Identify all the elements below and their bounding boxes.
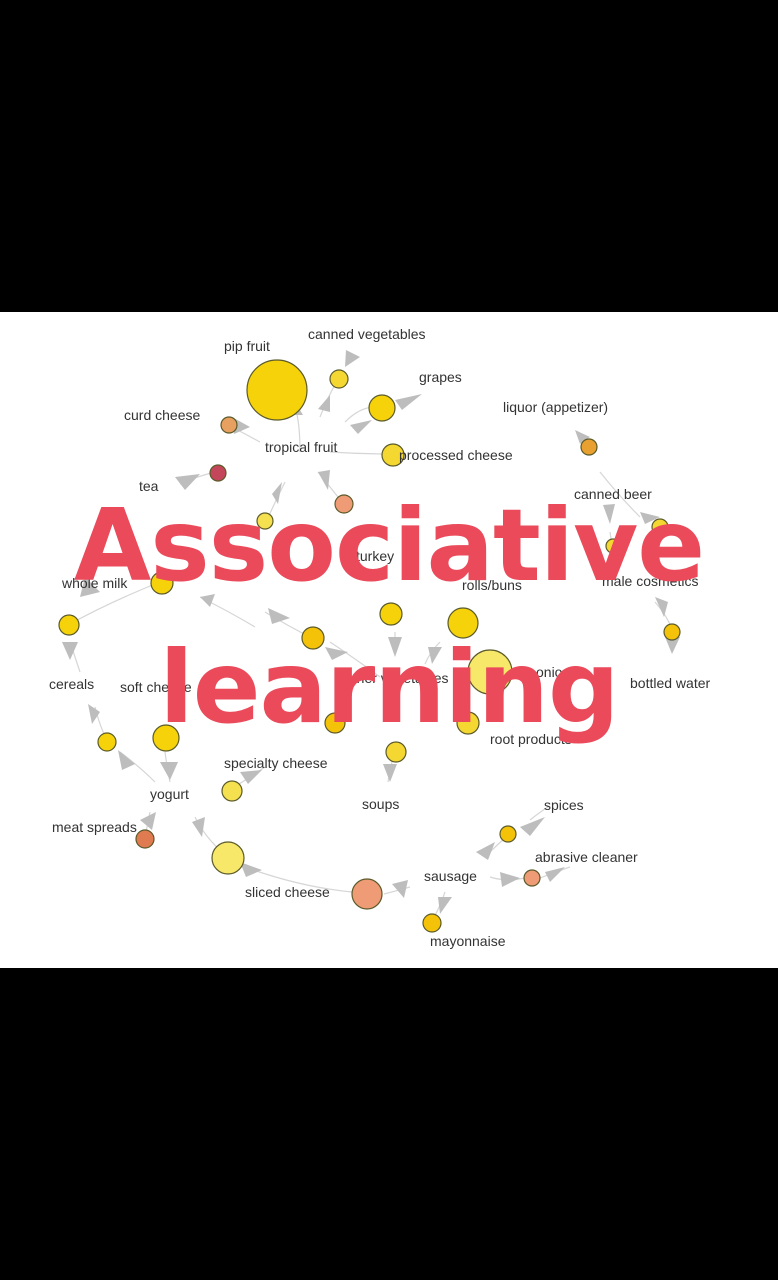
node-root-vegetables <box>456 711 480 735</box>
arrowhead <box>545 867 565 882</box>
arrowhead <box>325 647 348 660</box>
node-other-vegetables <box>324 712 346 734</box>
label-processed-cheese: processed cheese <box>399 447 513 463</box>
label-tea: tea <box>139 478 159 494</box>
label-canned-beer: canned beer <box>574 486 652 502</box>
arrowhead <box>476 842 495 860</box>
label-bottled-water: bottled water <box>630 675 710 691</box>
label-meat-spreads: meat spreads <box>52 819 137 835</box>
edge <box>329 451 391 455</box>
label-tropical-fruit: tropical fruit <box>265 439 337 455</box>
node-pip-fruit <box>246 359 308 421</box>
node-sliced-cheese <box>351 878 383 910</box>
label-canned-vegetables: canned vegetables <box>308 326 426 342</box>
arrowhead <box>272 482 282 504</box>
label-other-vegetables: other vegetables <box>345 670 449 686</box>
label-rolls-buns: rolls/buns <box>462 577 522 593</box>
node-canned-beer-2 <box>605 538 621 554</box>
label-sausage: sausage <box>424 868 477 884</box>
label-curd-cheese: curd cheese <box>124 407 200 423</box>
label-whole-milk: whole milk <box>61 575 128 591</box>
arrowhead <box>500 872 520 887</box>
arrowhead <box>350 420 372 434</box>
node-yogurt-link <box>211 841 245 875</box>
arrowhead <box>345 350 360 367</box>
arrowhead <box>388 637 402 657</box>
arrowhead <box>200 594 215 607</box>
label-cereals: cereals <box>49 676 94 692</box>
node-turkey <box>379 602 403 626</box>
label-male-cosmetics: male cosmetics <box>602 573 698 589</box>
node-soups <box>385 741 407 763</box>
node-other-vegetables-link <box>301 626 325 650</box>
arrowhead <box>175 474 200 490</box>
label-liquor-appetizer: liquor (appetizer) <box>503 399 608 415</box>
node-rolls-buns <box>447 607 479 639</box>
label-turkey: turkey <box>356 548 394 564</box>
arrowhead <box>392 880 408 898</box>
label-yogurt: yogurt <box>150 786 189 802</box>
arrowhead <box>318 395 330 412</box>
graph-panel: pip fruit canned vegetables grapes curd … <box>0 312 778 968</box>
association-graph: pip fruit canned vegetables grapes curd … <box>49 326 710 949</box>
node-onions <box>467 649 513 695</box>
arrowhead <box>603 504 615 524</box>
label-sliced-cheese: sliced cheese <box>245 884 330 900</box>
label-abrasive-cleaner: abrasive cleaner <box>535 849 638 865</box>
node-meat-spreads <box>135 829 155 849</box>
arrowhead <box>520 817 545 836</box>
label-soups: soups <box>362 796 399 812</box>
arrowhead <box>140 812 156 830</box>
arrowhead <box>318 470 330 490</box>
arrowhead <box>395 394 422 410</box>
label-root-vegetables: root products <box>490 731 572 747</box>
node-tropical-link-2 <box>334 494 354 514</box>
label-spices: spices <box>544 797 584 813</box>
label-grapes: grapes <box>419 369 462 385</box>
node-bottled-water <box>663 623 681 641</box>
node-canned-beer <box>651 518 669 536</box>
node-spices <box>499 825 517 843</box>
node-soft-cheese <box>152 724 180 752</box>
node-tea <box>209 464 227 482</box>
arrowhead <box>118 750 135 770</box>
node-cereals-link <box>97 732 117 752</box>
node-abrasive-cleaner <box>523 869 541 887</box>
node-mayonnaise <box>422 913 442 933</box>
arrowhead <box>160 762 178 780</box>
node-canned-vegetables <box>329 369 349 389</box>
label-specialty-cheese: specialty cheese <box>224 755 328 771</box>
node-specialty-cheese <box>221 780 243 802</box>
node-curd-cheese <box>220 416 238 434</box>
arrowhead <box>88 704 100 724</box>
label-soft-cheese: soft cheese <box>120 679 192 695</box>
node-cereals <box>58 614 80 636</box>
graph-edges <box>69 379 673 918</box>
label-mayonnaise: mayonnaise <box>430 933 506 949</box>
arrowhead <box>268 608 290 624</box>
arrowhead <box>655 597 668 617</box>
arrowhead <box>428 647 442 664</box>
graph-arrowheads <box>62 350 680 914</box>
label-pip-fruit: pip fruit <box>224 338 270 354</box>
node-grapes <box>368 394 396 422</box>
label-onions: onions <box>536 664 577 680</box>
node-tropical-link-1 <box>256 512 274 530</box>
node-liquor-appetizer <box>580 438 598 456</box>
arrowhead <box>192 817 205 837</box>
arrowhead <box>438 897 452 914</box>
graph-nodes <box>58 359 681 933</box>
arrowhead <box>383 764 397 782</box>
node-whole-milk <box>150 571 174 595</box>
